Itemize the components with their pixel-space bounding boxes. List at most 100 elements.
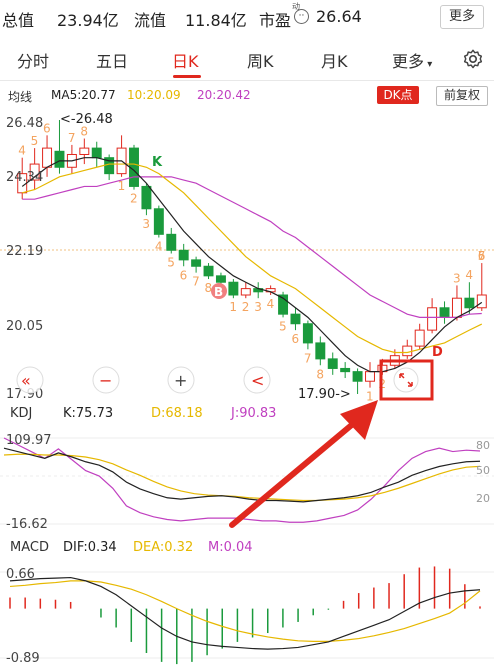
candlestick-chart[interactable]: 4567 83 4567123456 7 81 2 3 4567812 26.48 24.34…: [0, 108, 494, 402]
td-down-count: 3: [142, 217, 150, 231]
td-up-count: 3: [453, 271, 461, 285]
candle-body: [215, 275, 226, 283]
td-down-count: 8: [316, 367, 324, 381]
tab-five-day[interactable]: 五日: [96, 48, 128, 72]
td-down-count: 4: [155, 240, 163, 254]
candle-body: [464, 297, 475, 309]
kdj-axis-bottom: -16.62: [6, 517, 48, 532]
macd-axis-top: 0.66: [6, 567, 35, 582]
float-value-label: 流值: [134, 11, 167, 30]
kdj-legend: KDJ K:75.73 D:68.18 J:90.83: [0, 404, 494, 424]
candle-body: [290, 313, 301, 325]
td-down-count: 7: [192, 275, 200, 289]
zoom-out-button[interactable]: −: [92, 366, 120, 394]
td-down-count: 1: [229, 300, 237, 314]
candle-body: [129, 147, 139, 187]
forward-adjust-button[interactable]: 前复权: [436, 86, 488, 106]
kdj-d-value: D:68.18: [151, 406, 203, 421]
tab-weekly-k[interactable]: 周K: [247, 48, 274, 72]
tab-daily-k[interactable]: 日K: [172, 48, 199, 72]
signal-d-marker: D: [432, 345, 443, 360]
candle-body: [54, 150, 65, 168]
ma20-line: [22, 176, 482, 318]
kdj-label[interactable]: KDJ: [10, 406, 32, 421]
ma5-line: [21, 157, 483, 373]
kdj-ref-20: 20: [476, 492, 490, 505]
td-down-count: 1: [118, 179, 126, 193]
candle-body: [414, 329, 425, 347]
expand-icon[interactable]: [393, 367, 419, 393]
macd-dif-line: [9, 576, 481, 650]
td-up-count: 5: [31, 134, 39, 148]
total-value-label: 总值: [2, 11, 35, 30]
candle-body: [166, 233, 177, 251]
tab-more[interactable]: 更多 ▾: [392, 48, 432, 72]
candle-body: [91, 147, 102, 159]
min-price-marker: 17.90->: [298, 387, 351, 402]
kdj-chart[interactable]: 109.97 -16.62 80 50 20: [0, 424, 494, 534]
macd-legend: MACD DIF:0.34 DEA:0.32 M:0.04: [0, 538, 494, 558]
signal-k-marker: K: [152, 155, 163, 170]
candle-body: [439, 307, 450, 318]
kdj-ref-80: 80: [476, 439, 490, 452]
back-button[interactable]: <: [243, 366, 271, 394]
td-down-count: 1: [366, 390, 374, 402]
pe-info-icon[interactable]: ··: [294, 9, 309, 24]
tab-monthly-k[interactable]: 月K: [321, 48, 348, 72]
tab-more-label: 更多: [392, 52, 425, 71]
candle-body: [302, 323, 313, 344]
td-up-count: 4: [465, 268, 473, 282]
ma10-line: [22, 163, 483, 354]
td-up-count: 6: [43, 121, 51, 135]
macd-m-value: M:0.04: [208, 540, 253, 555]
kdj-axis-top: 109.97: [6, 433, 52, 448]
price-axis-p2: 24.34: [6, 170, 43, 185]
td-down-count: 5: [167, 255, 175, 269]
ma-legend: 均线 MA5:20.77 10:20.09 20:20.42 DK点 前复权: [0, 84, 494, 108]
stats-bar: 总值 23.94亿 流值 11.84亿 市盈 动 ·· 26.64 更多: [0, 0, 494, 34]
candle-body: [191, 259, 202, 267]
svg-text:«: «: [21, 371, 31, 390]
candle-body: [352, 371, 363, 382]
prev-button[interactable]: «: [16, 366, 44, 394]
svg-text:<: <: [251, 371, 264, 390]
candle-body: [203, 265, 214, 277]
kdj-k-value: K:75.73: [63, 406, 114, 421]
candle-body: [451, 297, 462, 318]
td-down-count: 7: [304, 351, 312, 365]
kdj-j-value: J:90.83: [231, 406, 277, 421]
td-down-count: 6: [291, 332, 299, 346]
macd-chart[interactable]: 0.66 -0.89: [0, 558, 494, 672]
candle-body: [427, 307, 438, 331]
zoom-in-button[interactable]: +: [167, 366, 195, 394]
svg-text:−: −: [99, 371, 112, 390]
candle-body: [42, 147, 53, 168]
active-tab-underline: [173, 75, 201, 78]
candle-body: [365, 371, 375, 382]
dk-point-button[interactable]: DK点: [377, 86, 419, 104]
td-up-count: 7: [478, 249, 486, 263]
macd-axis-bottom: -0.89: [6, 651, 40, 666]
ma5-value: MA5:20.77: [51, 88, 116, 102]
total-value: 23.94亿: [57, 11, 119, 30]
period-tabs: 分时 五日 日K 周K 月K 更多 ▾: [0, 42, 494, 81]
kdj-j-line: [3, 437, 481, 523]
stats-more-button[interactable]: 更多: [440, 5, 484, 29]
kdj-ref-50: 50: [476, 464, 490, 477]
price-axis-p4: 20.05: [6, 319, 43, 334]
ma-label: 均线: [8, 90, 33, 104]
candle-body: [340, 367, 351, 373]
macd-label[interactable]: MACD: [10, 540, 49, 555]
price-axis-high: 26.48: [6, 116, 43, 131]
td-down-count: 6: [180, 268, 188, 282]
candle-body: [327, 358, 338, 369]
td-down-count: 2: [242, 300, 250, 314]
tab-intraday[interactable]: 分时: [17, 48, 49, 72]
gear-icon[interactable]: [462, 48, 484, 70]
macd-dea-line: [9, 580, 481, 642]
td-down-count: 3: [254, 300, 262, 314]
candle-body: [402, 345, 413, 357]
candle-body: [228, 281, 239, 296]
pe-value: 26.64: [316, 7, 362, 26]
chevron-down-icon: ▾: [424, 59, 433, 70]
